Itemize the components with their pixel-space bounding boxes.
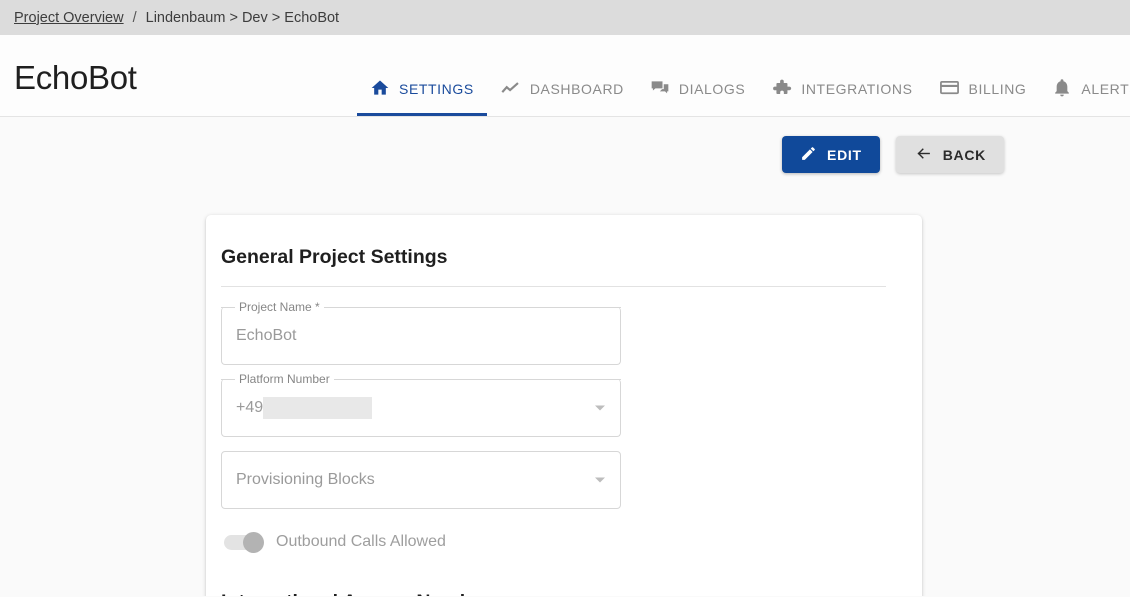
breadcrumb-link-project-overview[interactable]: Project Overview bbox=[14, 10, 124, 26]
outbound-calls-toggle[interactable] bbox=[224, 531, 264, 553]
project-name-value: EchoBot bbox=[236, 327, 297, 344]
general-project-settings-card: General Project Settings Project Name * … bbox=[206, 215, 922, 596]
action-bar: EDIT BACK bbox=[0, 117, 1130, 173]
card-divider bbox=[221, 286, 886, 287]
provisioning-blocks-placeholder: Provisioning Blocks bbox=[236, 471, 375, 488]
home-icon bbox=[370, 78, 390, 98]
project-name-label: Project Name * bbox=[235, 299, 324, 315]
edit-button[interactable]: EDIT bbox=[782, 136, 880, 173]
tab-dialogs-label: DIALOGS bbox=[678, 81, 746, 97]
platform-number-field[interactable]: Platform Number +49 bbox=[221, 371, 621, 437]
page-title: EchoBot bbox=[14, 59, 137, 96]
outbound-calls-label: Outbound Calls Allowed bbox=[276, 533, 446, 550]
breadcrumb: Project Overview / Lindenbaum > Dev > Ec… bbox=[0, 0, 1130, 35]
bell-icon bbox=[1052, 78, 1072, 98]
main-tab-bar: SETTINGS DASHBOARD DIALOGS INTEGRATIONS bbox=[357, 35, 1130, 116]
tab-integrations[interactable]: INTEGRATIONS bbox=[758, 35, 925, 116]
trendline-icon bbox=[500, 78, 521, 98]
tab-dashboard[interactable]: DASHBOARD bbox=[487, 35, 637, 116]
credit-card-icon bbox=[939, 77, 960, 98]
card-title: General Project Settings bbox=[221, 246, 448, 268]
tab-billing[interactable]: BILLING bbox=[926, 35, 1040, 116]
back-button-label: BACK bbox=[942, 146, 986, 163]
breadcrumb-current-path: Lindenbaum > Dev > EchoBot bbox=[145, 9, 340, 26]
tab-dashboard-label: DASHBOARD bbox=[529, 81, 624, 97]
platform-number-redaction bbox=[263, 397, 373, 419]
back-button[interactable]: BACK bbox=[895, 136, 1004, 173]
pencil-icon bbox=[800, 145, 817, 165]
chevron-down-icon[interactable] bbox=[595, 405, 605, 411]
tab-integrations-label: INTEGRATIONS bbox=[801, 81, 913, 97]
breadcrumb-separator: / bbox=[132, 9, 137, 26]
tab-dialogs[interactable]: DIALOGS bbox=[637, 35, 758, 116]
tab-settings-label: SETTINGS bbox=[399, 81, 474, 97]
chat-bubbles-icon bbox=[650, 78, 670, 98]
content-area: EDIT BACK General Project Settings Proje… bbox=[0, 117, 1130, 596]
international-access-numbers-title: International Access Numbers bbox=[221, 591, 886, 596]
platform-number-value: +49 bbox=[236, 397, 373, 419]
arrow-left-icon bbox=[914, 145, 933, 165]
puzzle-icon bbox=[771, 77, 792, 98]
outbound-calls-row: Outbound Calls Allowed bbox=[221, 531, 886, 553]
tab-alerts[interactable]: ALERTS bbox=[1039, 35, 1130, 116]
toggle-knob bbox=[243, 531, 264, 553]
provisioning-blocks-field[interactable]: Provisioning Blocks bbox=[221, 451, 621, 509]
tab-billing-label: BILLING bbox=[968, 81, 1027, 97]
app-header: EchoBot SETTINGS DASHBOARD DIALOGS INTEG… bbox=[0, 35, 1130, 117]
platform-number-prefix: +49 bbox=[236, 399, 264, 416]
project-name-field[interactable]: Project Name * EchoBot bbox=[221, 299, 621, 365]
tab-alerts-label: ALERTS bbox=[1081, 81, 1130, 97]
platform-number-label: Platform Number bbox=[235, 371, 334, 387]
edit-button-label: EDIT bbox=[827, 146, 862, 163]
chevron-down-icon[interactable] bbox=[595, 477, 605, 483]
tab-settings[interactable]: SETTINGS bbox=[357, 35, 487, 116]
